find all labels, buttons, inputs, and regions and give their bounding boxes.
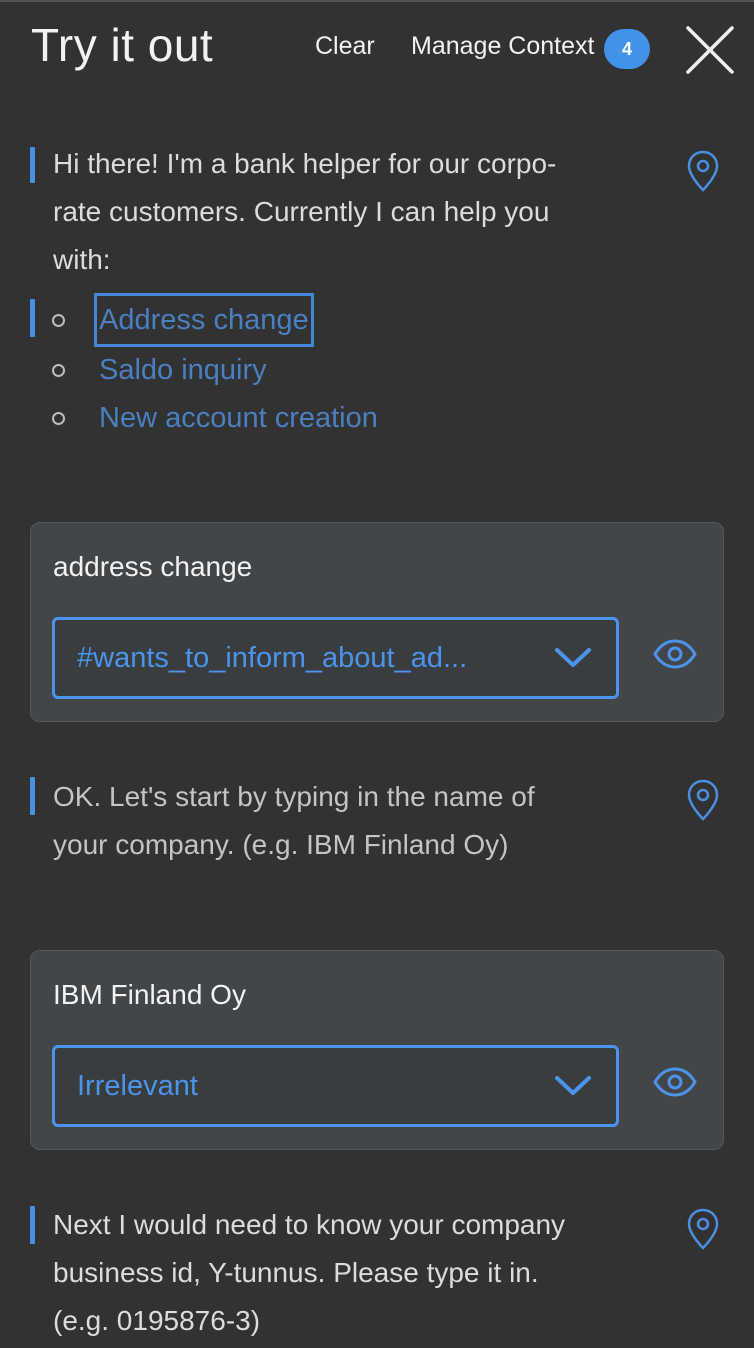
user-message-text: address change (53, 551, 253, 582)
bot3-line-2: business id, Y-tunnus. Please type it in… (53, 1257, 539, 1288)
option-list-bar (30, 299, 35, 337)
intent-dropdown-value: Irrelevant (77, 1070, 198, 1102)
option-address-change[interactable]: Address change (94, 293, 314, 347)
context-count-badge[interactable]: 4 (604, 29, 650, 69)
bot2-line-1: OK. Let's start by typing in the name of (53, 781, 535, 812)
panel-title: Try it out (31, 19, 214, 71)
user-message-text: IBM Finland Oy (53, 979, 246, 1010)
chevron-down-icon (554, 646, 592, 670)
bot3-line-1: Next I would need to know your company (53, 1209, 566, 1240)
user-message-card: address change #wants_to_inform_about_ad… (30, 522, 724, 722)
bullet-icon (52, 412, 65, 425)
bot-message-bar (30, 147, 35, 183)
bullet-icon (52, 314, 65, 327)
bot-message-business-id: Next I would need to know your company b… (0, 1201, 754, 1348)
intent-dropdown-value: #wants_to_inform_about_ad... (77, 642, 468, 674)
panel-header: Try it out Clear Manage Context 4 (0, 0, 754, 100)
welcome-line-3: with: (53, 244, 111, 275)
bot-message-company-name: OK. Let's start by typing in the name of… (0, 773, 754, 873)
intent-dropdown[interactable]: #wants_to_inform_about_ad... (52, 617, 619, 699)
map-pin-icon[interactable] (686, 779, 720, 821)
welcome-line-2: rate customers. Currently I can help you (53, 196, 550, 227)
bot2-line-2: your company. (e.g. IBM Finland Oy) (53, 829, 509, 860)
option-saldo-inquiry[interactable]: Saldo inquiry (99, 346, 267, 394)
bullet-icon (52, 364, 65, 377)
eye-icon[interactable] (653, 639, 697, 669)
list-item: Saldo inquiry (48, 346, 468, 394)
bot-message-bar (30, 777, 35, 815)
bot-message-text: OK. Let's start by typing in the name of… (53, 773, 653, 869)
chevron-down-icon (554, 1074, 592, 1098)
bot-message-welcome: Hi there! I'm a bank helper for our corp… (0, 140, 754, 290)
list-item: Address change (48, 293, 468, 347)
intent-dropdown[interactable]: Irrelevant (52, 1045, 619, 1127)
bot-message-text: Hi there! I'm a bank helper for our corp… (53, 140, 653, 284)
option-new-account-creation[interactable]: New account creation (99, 394, 378, 442)
bot-message-bar (30, 1206, 35, 1244)
eye-icon[interactable] (653, 1067, 697, 1097)
list-item: New account creation (48, 394, 468, 442)
map-pin-icon[interactable] (686, 1208, 720, 1250)
bot3-line-3: (e.g. 0195876-3) (53, 1305, 261, 1336)
manage-context-button[interactable]: Manage Context (411, 32, 594, 61)
clear-button[interactable]: Clear (315, 32, 375, 61)
close-icon[interactable] (684, 24, 736, 76)
welcome-line-1: Hi there! I'm a bank helper for our corp… (53, 148, 557, 179)
user-message-card: IBM Finland Oy Irrelevant (30, 950, 724, 1150)
bot-message-text: Next I would need to know your company b… (53, 1201, 653, 1345)
map-pin-icon[interactable] (686, 150, 720, 192)
